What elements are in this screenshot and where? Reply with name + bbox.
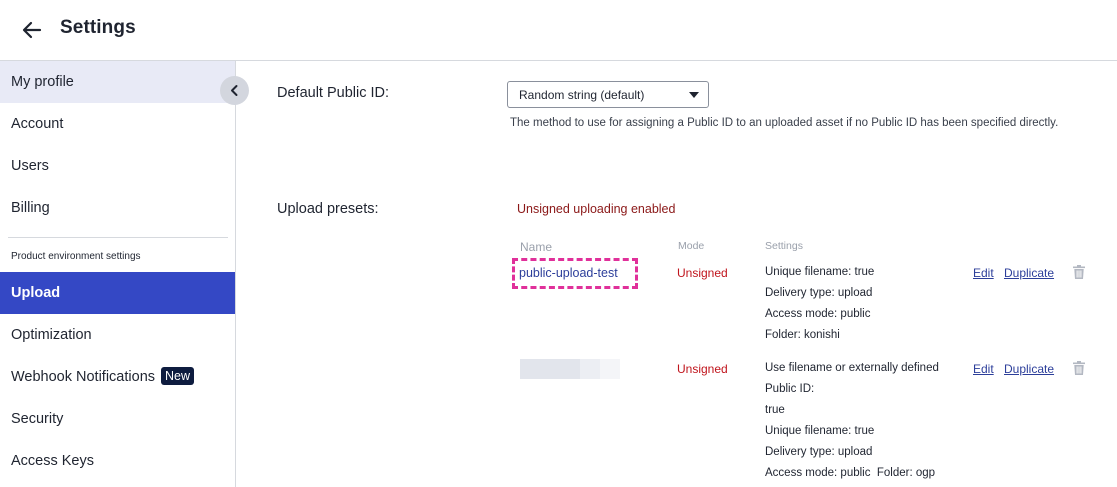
setting-line: Unique filename: true xyxy=(765,266,875,278)
new-badge: New xyxy=(161,367,195,385)
setting-line: Use filename or externally defined xyxy=(765,362,939,374)
preset-name-link[interactable]: public-upload-test xyxy=(519,266,618,280)
setting-line: Access mode: public xyxy=(765,308,871,320)
caret-down-icon xyxy=(689,92,699,98)
sidebar-item-webhook-notifications[interactable]: Webhook Notifications New xyxy=(0,356,235,398)
select-value: Random string (default) xyxy=(519,88,645,102)
sidebar-item-account[interactable]: Account xyxy=(0,103,235,145)
sidebar-item-label: Webhook Notifications xyxy=(11,369,156,385)
trash-icon[interactable] xyxy=(1073,361,1085,375)
sidebar-item-security[interactable]: Security xyxy=(0,398,235,440)
default-public-id-select[interactable]: Random string (default) xyxy=(507,81,709,108)
edit-preset-link[interactable]: Edit xyxy=(973,266,994,280)
settings-sidebar: My profile Account Users Billing Product… xyxy=(0,61,236,487)
duplicate-preset-link[interactable]: Duplicate xyxy=(1004,266,1054,280)
setting-line: Folder: konishi xyxy=(765,329,840,341)
collapse-sidebar-button[interactable] xyxy=(220,76,249,105)
preset-mode: Unsigned xyxy=(677,362,728,376)
redacted-preset-name xyxy=(520,359,620,379)
setting-line: Delivery type: upload xyxy=(765,446,873,458)
sidebar-divider xyxy=(8,237,228,238)
setting-line: Delivery type: upload xyxy=(765,287,873,299)
trash-icon[interactable] xyxy=(1073,265,1085,279)
setting-line: true xyxy=(765,404,785,416)
preset-settings: Unique filename: true Delivery type: upl… xyxy=(765,262,874,346)
public-id-help-text: The method to use for assigning a Public… xyxy=(510,117,1059,129)
top-header: Settings xyxy=(0,0,1117,61)
preset-settings: Use filename or externally defined Publi… xyxy=(765,358,939,484)
sidebar-item-optimization[interactable]: Optimization xyxy=(0,314,235,356)
column-header-name: Name xyxy=(520,240,553,254)
duplicate-preset-link[interactable]: Duplicate xyxy=(1004,362,1054,376)
column-header-settings: Settings xyxy=(765,240,803,252)
sidebar-item-billing[interactable]: Billing xyxy=(0,187,235,229)
sidebar-section-heading: Product environment settings xyxy=(11,251,141,262)
sidebar-item-access-keys[interactable]: Access Keys xyxy=(0,440,235,482)
back-arrow-icon[interactable] xyxy=(18,16,46,44)
setting-line: Unique filename: true xyxy=(765,425,875,437)
sidebar-item-upload[interactable]: Upload xyxy=(0,272,235,314)
sidebar-item-users[interactable]: Users xyxy=(0,145,235,187)
edit-preset-link[interactable]: Edit xyxy=(973,362,994,376)
setting-line: Access mode: public Folder: ogp xyxy=(765,467,936,479)
sidebar-item-my-profile[interactable]: My profile xyxy=(0,61,235,103)
default-public-id-label: Default Public ID: xyxy=(277,85,390,101)
upload-presets-label: Upload presets: xyxy=(277,201,379,217)
chevron-left-icon xyxy=(231,85,238,96)
unsigned-uploading-status: Unsigned uploading enabled xyxy=(517,202,676,216)
setting-line: Public ID: xyxy=(765,383,815,395)
page-title: Settings xyxy=(60,17,136,38)
column-header-mode: Mode xyxy=(678,240,705,252)
preset-mode: Unsigned xyxy=(677,266,728,280)
